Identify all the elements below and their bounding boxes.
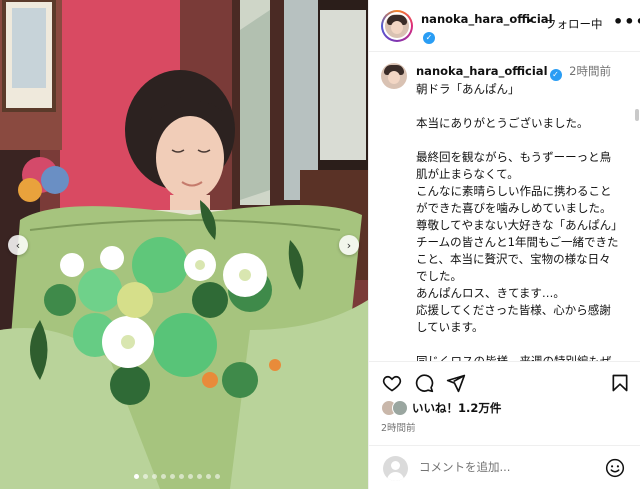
comment-icon[interactable]: [413, 372, 435, 394]
caption-line: 本当にありがとうございました。: [416, 115, 589, 130]
carousel-dot: [179, 474, 184, 479]
scrollbar[interactable]: [635, 109, 639, 121]
caption-line: でした。: [416, 268, 462, 283]
post-details-panel: nanoka_hara_official✓ • フォロー中 ••• nanoka…: [368, 0, 640, 489]
comment-input[interactable]: [419, 460, 599, 474]
caption-line: 尊敬してやまない大好きな「あんぱん」: [416, 217, 623, 232]
photo-illustration: [0, 0, 368, 489]
emoji-icon[interactable]: [605, 458, 625, 478]
current-user-avatar: [383, 456, 408, 481]
verified-badge-icon: ✓: [549, 68, 562, 81]
caption: nanoka_hara_official ✓ 2時間前 朝ドラ「あんぱん」 本当に…: [416, 63, 628, 361]
caption-line: 同じくロスの皆様、来週の特別編もぜ: [416, 353, 612, 362]
carousel-dot: [134, 474, 139, 479]
caption-line: こと、本当に贅沢で、宝物の様な日々: [416, 251, 611, 266]
carousel-dot: [215, 474, 220, 479]
caption-line: ができた喜びを噛みしめていました。: [416, 200, 612, 215]
likes-count[interactable]: いいね！1.2万件: [412, 400, 501, 416]
post-photo[interactable]: ‹ ›: [0, 0, 368, 489]
caption-line: しています。: [416, 319, 484, 334]
heart-icon[interactable]: [381, 372, 403, 394]
chevron-left-icon[interactable]: ‹: [8, 235, 28, 255]
post-timestamp[interactable]: 2時間前: [381, 420, 416, 434]
caption-line: チームの皆さんと1年間もご一緒できた: [416, 234, 619, 249]
verified-badge-icon: ✓: [423, 31, 435, 44]
caption-line: 朝ドラ「あんぱん」: [416, 81, 520, 96]
chevron-right-icon[interactable]: ›: [339, 235, 359, 255]
caption-line: あんぱんロス、きてます…。: [416, 285, 565, 300]
more-options-icon[interactable]: •••: [613, 12, 640, 31]
carousel-dot: [188, 474, 193, 479]
caption-line: こんなに素晴らしい作品に携わること: [416, 183, 612, 198]
caption-line: [416, 336, 628, 353]
header-username[interactable]: nanoka_hara_official✓: [421, 12, 561, 44]
liker-avatar: [392, 400, 408, 416]
avatar[interactable]: [381, 10, 413, 42]
post-viewer: ‹ › nanoka_hara_official✓ • フォロー中 •• nan…: [0, 0, 640, 489]
likes-summary[interactable]: いいね！1.2万件: [381, 399, 501, 417]
bookmark-icon[interactable]: [609, 372, 631, 394]
caption-line: [416, 132, 628, 149]
share-icon[interactable]: [445, 372, 467, 394]
caption-time: 2時間前: [569, 64, 611, 78]
carousel-dot: [170, 474, 175, 479]
caption-avatar[interactable]: [381, 63, 407, 89]
action-bar: いいね！1.2万件 2時間前: [369, 361, 640, 489]
comment-composer: [369, 445, 640, 489]
caption-username[interactable]: nanoka_hara_official: [416, 64, 548, 78]
carousel-dot: [152, 474, 157, 479]
carousel-dot: [161, 474, 166, 479]
caption-line: 応援してくださった皆様、心から感謝: [416, 302, 611, 317]
following-button[interactable]: フォロー中: [545, 16, 603, 32]
carousel-dot: [143, 474, 148, 479]
carousel-dots: [134, 474, 220, 479]
caption-line: [416, 98, 628, 115]
caption-line: 肌が止まらなくて。: [416, 166, 519, 181]
post-header: nanoka_hara_official✓ • フォロー中 •••: [369, 0, 640, 52]
caption-scroll[interactable]: nanoka_hara_official ✓ 2時間前 朝ドラ「あんぱん」 本当に…: [369, 53, 640, 361]
caption-line: 最終回を観ながら、もうずーーっと鳥: [416, 149, 612, 164]
carousel-dot: [197, 474, 202, 479]
carousel-dot: [206, 474, 211, 479]
header-separator: •: [527, 16, 533, 27]
